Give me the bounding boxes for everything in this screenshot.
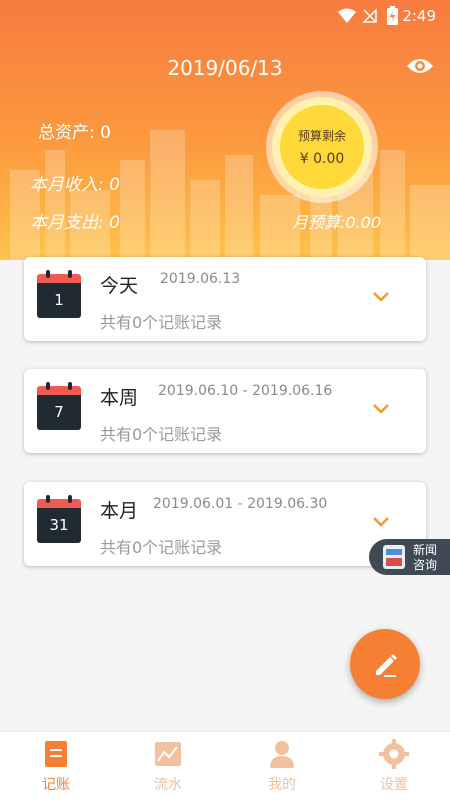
- calendar-icon: 1: [37, 270, 81, 318]
- battery-charging-icon: [387, 6, 398, 25]
- status-bar: 2:49: [0, 0, 450, 32]
- tab-label: 流水: [154, 777, 182, 793]
- calendar-icon: 7: [37, 382, 81, 430]
- tab-mine[interactable]: 我的: [226, 732, 338, 801]
- budget-remaining-circle[interactable]: 预算剩余 ¥ 0.00: [272, 97, 372, 197]
- month-expense: 本月支出: 0: [30, 213, 120, 233]
- wifi-icon: [338, 8, 356, 23]
- calendar-number: 1: [37, 283, 81, 318]
- person-icon: [270, 741, 294, 768]
- card-date-range: 2019.06.13: [160, 271, 241, 287]
- chevron-down-icon[interactable]: [372, 516, 390, 528]
- tab-label: 设置: [380, 777, 408, 793]
- month-income: 本月收入: 0: [30, 175, 120, 195]
- current-date: 2019/06/13: [167, 56, 283, 80]
- chevron-down-icon[interactable]: [372, 403, 390, 415]
- card-month[interactable]: 31 本月 2019.06.01 - 2019.06.30 共有0个记账记录: [24, 482, 426, 566]
- gear-icon: [379, 739, 409, 769]
- card-title: 本月: [100, 500, 139, 522]
- header: 2:49 2019/06/13 总资产: 0 本月收入: 0 本月支出: 0 预…: [0, 0, 450, 260]
- tab-settings[interactable]: 设置: [338, 732, 450, 801]
- card-week[interactable]: 7 本周 2019.06.10 - 2019.06.16 共有0个记账记录: [24, 369, 426, 453]
- bottom-tab-bar: 记账 流水 我的 设置: [0, 731, 450, 801]
- card-title: 本周: [100, 387, 139, 409]
- status-time: 2:49: [402, 7, 436, 25]
- add-record-button[interactable]: [350, 629, 420, 699]
- total-assets: 总资产: 0: [38, 123, 111, 143]
- tab-label: 我的: [268, 777, 296, 793]
- card-title: 今天: [100, 275, 139, 297]
- budget-remaining-label: 预算剩余: [297, 129, 346, 143]
- card-record-count: 共有0个记账记录: [100, 538, 223, 557]
- card-today[interactable]: 1 今天 2019.06.13 共有0个记账记录: [24, 257, 426, 341]
- tab-label: 记账: [42, 777, 70, 793]
- calendar-icon: 31: [37, 495, 81, 543]
- news-consult-button[interactable]: 新闻 咨询: [369, 539, 450, 575]
- calendar-number: 31: [37, 508, 81, 543]
- news-badge-line2: 咨询: [413, 558, 438, 572]
- card-date-range: 2019.06.10 - 2019.06.16: [158, 383, 333, 399]
- month-budget[interactable]: 月预算:0.00: [292, 209, 381, 233]
- calendar-number: 7: [37, 395, 81, 430]
- budget-remaining-amount: ¥ 0.00: [299, 151, 345, 167]
- chart-icon: [155, 742, 181, 766]
- card-record-count: 共有0个记账记录: [100, 425, 223, 444]
- eye-icon[interactable]: [406, 54, 434, 78]
- tab-flow[interactable]: 流水: [112, 732, 224, 801]
- ledger-icon: [45, 741, 67, 767]
- card-record-count: 共有0个记账记录: [100, 313, 223, 332]
- newspaper-icon: [383, 545, 405, 569]
- tab-ledger[interactable]: 记账: [0, 732, 112, 801]
- pencil-icon: [376, 654, 397, 677]
- card-date-range: 2019.06.01 - 2019.06.30: [153, 496, 328, 512]
- chevron-down-icon[interactable]: [372, 291, 390, 303]
- no-signal-icon: [362, 8, 377, 23]
- news-badge-line1: 新闻: [413, 543, 438, 557]
